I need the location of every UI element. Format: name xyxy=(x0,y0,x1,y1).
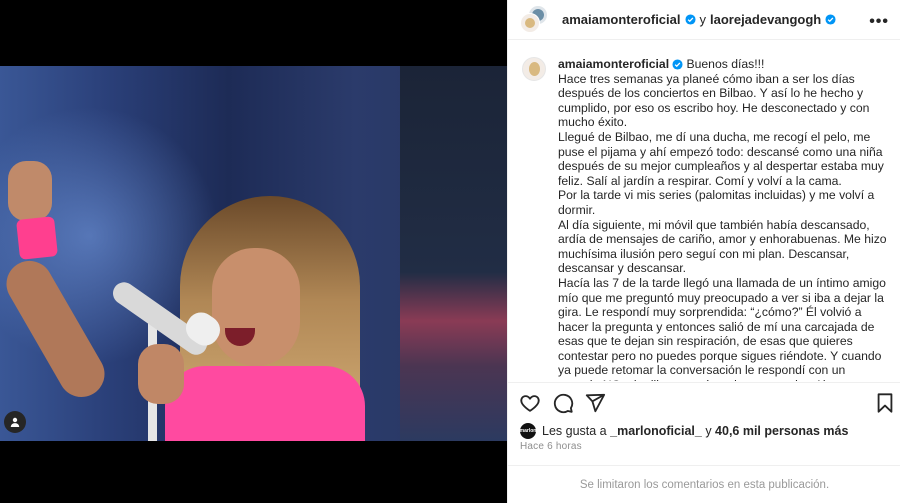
likes-summary: marlon Les gusta a _marlonoficial_ y 40,… xyxy=(520,422,848,440)
instagram-post-view: amaiamonteroficial y laorejadevangogh ••… xyxy=(0,0,900,503)
more-icon[interactable]: ••• xyxy=(869,13,889,31)
likes-count-link[interactable]: 40,6 mil personas más xyxy=(715,424,848,438)
post-side-panel: amaiamonteroficial y laorejadevangogh ••… xyxy=(507,0,900,503)
likes-prefix: Les gusta a xyxy=(542,424,607,438)
caption-scroll-area[interactable]: amaiamonteroficial Buenos días!!! Hace t… xyxy=(508,41,900,381)
post-media[interactable] xyxy=(0,0,507,503)
likes-and: y xyxy=(705,424,712,438)
pink-wristband xyxy=(16,216,58,260)
caption-text: amaiamonteroficial Buenos días!!! Hace t… xyxy=(558,57,887,381)
comment-icon[interactable] xyxy=(552,392,574,414)
caption-paragraph: Llegué de Bilbao, me dí una ducha, me re… xyxy=(558,129,884,188)
caption-paragraph: Por la tarde vi mis series (palomitas in… xyxy=(558,188,875,217)
author-connector: y xyxy=(699,12,707,27)
concert-photo xyxy=(0,66,507,441)
bookmark-icon[interactable] xyxy=(874,392,896,414)
author-avatars[interactable] xyxy=(520,4,554,35)
author-link[interactable]: amaiamonteroficial xyxy=(562,12,681,27)
caption-paragraph: Hace tres semanas ya planeé cómo iban a … xyxy=(558,71,870,130)
heart-icon[interactable] xyxy=(519,392,541,414)
verified-icon xyxy=(672,59,683,70)
avatar[interactable] xyxy=(522,57,546,81)
coauthor-link[interactable]: laorejadevangogh xyxy=(710,12,821,27)
caption-paragraph: Hacía las 7 de la tarde llegó una llamad… xyxy=(558,275,886,381)
avatar[interactable]: marlon xyxy=(520,423,536,439)
author-names: amaiamonteroficial y laorejadevangogh xyxy=(562,12,836,27)
post-timestamp[interactable]: Hace 6 horas xyxy=(520,441,582,452)
verified-icon xyxy=(684,14,696,25)
tag-user-icon[interactable] xyxy=(4,411,26,433)
share-icon[interactable] xyxy=(584,392,606,414)
verified-icon xyxy=(825,14,836,25)
post-header: amaiamonteroficial y laorejadevangogh ••… xyxy=(508,0,900,40)
liker-username[interactable]: _marlonoficial_ xyxy=(610,424,702,438)
caption-paragraph: Al día siguiente, mi móvil que también h… xyxy=(558,217,887,276)
caption-username[interactable]: amaiamonteroficial xyxy=(558,57,669,72)
comments-limited-notice: Se limitaron los comentarios en esta pub… xyxy=(508,465,900,503)
action-bar xyxy=(508,382,900,422)
avatar xyxy=(520,12,540,33)
caption-greeting: Buenos días!!! xyxy=(686,57,765,71)
